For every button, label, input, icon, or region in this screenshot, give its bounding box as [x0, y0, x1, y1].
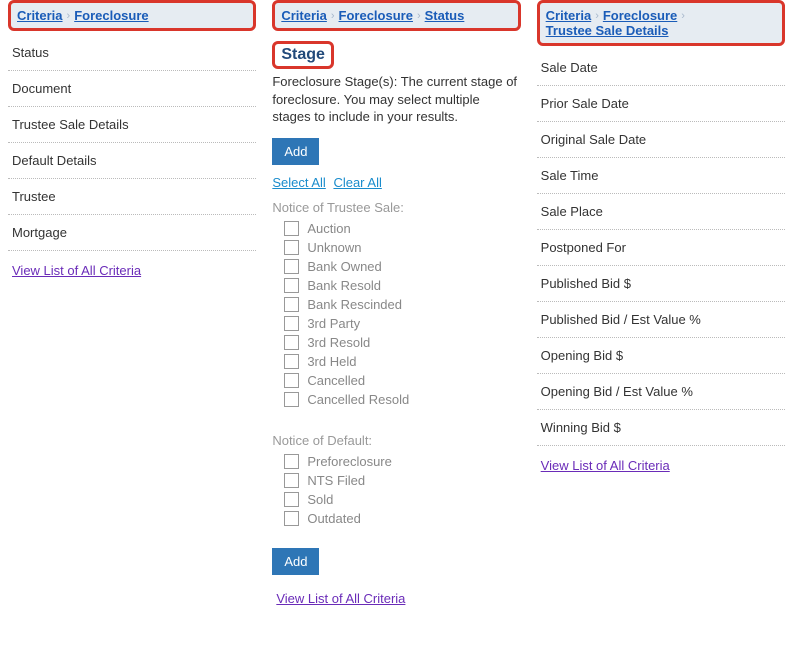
category-item-status[interactable]: Status [8, 35, 256, 71]
crumb-status[interactable]: Status [425, 8, 465, 23]
checkbox-3rd-resold[interactable]: 3rd Resold [284, 335, 520, 350]
category-item-winning-bid[interactable]: Winning Bid $ [537, 410, 785, 446]
stage-heading-wrap: Stage [272, 41, 520, 69]
checkbox-icon [284, 511, 299, 526]
checkbox-bank-owned[interactable]: Bank Owned [284, 259, 520, 274]
checkbox-icon [284, 316, 299, 331]
chevron-right-icon: › [595, 10, 599, 22]
checkbox-icon [284, 492, 299, 507]
category-item-trustee[interactable]: Trustee [8, 179, 256, 215]
checkbox-icon [284, 392, 299, 407]
category-item-trustee-sale-details[interactable]: Trustee Sale Details [8, 107, 256, 143]
category-item-postponed-for[interactable]: Postponed For [537, 230, 785, 266]
category-item-original-sale-date[interactable]: Original Sale Date [537, 122, 785, 158]
checkbox-icon [284, 454, 299, 469]
view-all-criteria-link[interactable]: View List of All Criteria [12, 263, 141, 278]
checkbox-icon [284, 240, 299, 255]
crumb-foreclosure[interactable]: Foreclosure [603, 8, 677, 23]
category-item-sale-date[interactable]: Sale Date [537, 50, 785, 86]
crumb-criteria[interactable]: Criteria [281, 8, 327, 23]
select-all-link[interactable]: Select All [272, 175, 325, 190]
view-all-criteria-link[interactable]: View List of All Criteria [276, 591, 405, 606]
category-item-sale-place[interactable]: Sale Place [537, 194, 785, 230]
checkbox-label: Sold [307, 492, 333, 507]
breadcrumb: Criteria › Foreclosure [8, 0, 256, 31]
chevron-right-icon: › [681, 10, 685, 22]
chevron-right-icon: › [67, 10, 71, 22]
checkbox-label: Bank Owned [307, 259, 381, 274]
checkbox-label: Outdated [307, 511, 361, 526]
checkbox-nts-filed[interactable]: NTS Filed [284, 473, 520, 488]
checkbox-icon [284, 335, 299, 350]
breadcrumb: Criteria › Foreclosure › Status [272, 0, 520, 31]
checkbox-label: NTS Filed [307, 473, 365, 488]
checkbox-label: Unknown [307, 240, 361, 255]
category-item-sale-time[interactable]: Sale Time [537, 158, 785, 194]
add-button-top[interactable]: Add [272, 138, 319, 165]
checkbox-preforeclosure[interactable]: Preforeclosure [284, 454, 520, 469]
clear-all-link[interactable]: Clear All [333, 175, 381, 190]
stage-description: Foreclosure Stage(s): The current stage … [272, 73, 520, 126]
checkbox-auction[interactable]: Auction [284, 221, 520, 236]
checkbox-label: 3rd Held [307, 354, 356, 369]
chevron-right-icon: › [331, 10, 335, 22]
category-item-mortgage[interactable]: Mortgage [8, 215, 256, 251]
crumb-criteria[interactable]: Criteria [546, 8, 592, 23]
checkbox-icon [284, 373, 299, 388]
checkbox-label: Preforeclosure [307, 454, 392, 469]
checkbox-icon [284, 221, 299, 236]
category-item-published-bid-est-value[interactable]: Published Bid / Est Value % [537, 302, 785, 338]
category-list: Sale Date Prior Sale Date Original Sale … [537, 50, 785, 446]
checkbox-3rd-held[interactable]: 3rd Held [284, 354, 520, 369]
checkbox-unknown[interactable]: Unknown [284, 240, 520, 255]
breadcrumb: Criteria › Foreclosure › Trustee Sale De… [537, 0, 785, 46]
checkbox-icon [284, 278, 299, 293]
panel-trustee-sale-details: Criteria › Foreclosure › Trustee Sale De… [529, 0, 793, 618]
stage-heading: Stage [272, 41, 334, 69]
bulk-select-links: Select All Clear All [272, 175, 520, 190]
checkbox-outdated[interactable]: Outdated [284, 511, 520, 526]
view-all-criteria-link[interactable]: View List of All Criteria [541, 458, 670, 473]
checkbox-3rd-party[interactable]: 3rd Party [284, 316, 520, 331]
category-item-opening-bid-est-value[interactable]: Opening Bid / Est Value % [537, 374, 785, 410]
checkbox-label: 3rd Resold [307, 335, 370, 350]
panel-foreclosure-categories: Criteria › Foreclosure Status Document T… [0, 0, 264, 618]
category-item-default-details[interactable]: Default Details [8, 143, 256, 179]
checkbox-sold[interactable]: Sold [284, 492, 520, 507]
checkbox-cancelled-resold[interactable]: Cancelled Resold [284, 392, 520, 407]
checkbox-cancelled[interactable]: Cancelled [284, 373, 520, 388]
checkbox-label: Auction [307, 221, 350, 236]
chevron-right-icon: › [417, 10, 421, 22]
add-button-bottom[interactable]: Add [272, 548, 319, 575]
category-item-published-bid[interactable]: Published Bid $ [537, 266, 785, 302]
panel-status-stage: Criteria › Foreclosure › Status Stage Fo… [264, 0, 528, 618]
checkbox-label: Cancelled [307, 373, 365, 388]
category-item-opening-bid[interactable]: Opening Bid $ [537, 338, 785, 374]
checkbox-bank-rescinded[interactable]: Bank Rescinded [284, 297, 520, 312]
checkbox-bank-resold[interactable]: Bank Resold [284, 278, 520, 293]
checkbox-label: 3rd Party [307, 316, 360, 331]
crumb-trustee-sale-details[interactable]: Trustee Sale Details [546, 23, 669, 38]
checkbox-icon [284, 259, 299, 274]
group-label-notice-trustee-sale: Notice of Trustee Sale: [272, 200, 520, 215]
crumb-foreclosure[interactable]: Foreclosure [339, 8, 413, 23]
checkbox-label: Bank Resold [307, 278, 381, 293]
category-item-document[interactable]: Document [8, 71, 256, 107]
checkbox-label: Bank Rescinded [307, 297, 402, 312]
checkbox-icon [284, 354, 299, 369]
crumb-criteria[interactable]: Criteria [17, 8, 63, 23]
checkbox-icon [284, 297, 299, 312]
checkbox-icon [284, 473, 299, 488]
checkbox-label: Cancelled Resold [307, 392, 409, 407]
category-item-prior-sale-date[interactable]: Prior Sale Date [537, 86, 785, 122]
category-list: Status Document Trustee Sale Details Def… [8, 35, 256, 251]
group-label-notice-default: Notice of Default: [272, 433, 520, 448]
crumb-foreclosure[interactable]: Foreclosure [74, 8, 148, 23]
